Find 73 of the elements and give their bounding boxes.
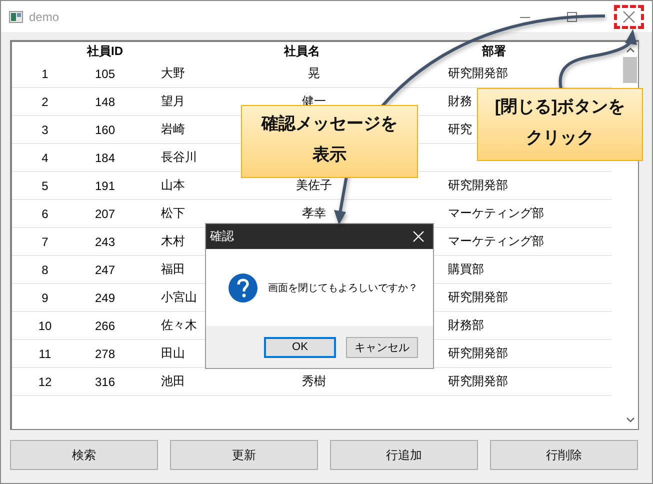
window-title: demo	[29, 10, 60, 24]
table-cell: 購買部	[448, 262, 484, 276]
table-cell: マーケティング部	[448, 234, 544, 248]
table-cell-text: 160	[94, 122, 116, 136]
table-cell: 岩崎	[161, 122, 185, 136]
column-header: 社員名	[284, 42, 320, 60]
action-button[interactable]: 更新	[170, 440, 318, 470]
table-cell-text: 266	[94, 318, 116, 332]
row-number: 7	[40, 234, 50, 248]
table-cell: 望月	[161, 94, 185, 108]
table-cell: 池田	[161, 374, 185, 388]
question-icon	[228, 272, 258, 302]
row-number: 9	[40, 290, 50, 304]
table-cell: 小宮山	[161, 290, 197, 304]
table-cell-text: 191	[94, 178, 116, 192]
table-cell: 山本	[161, 178, 185, 192]
table-cell-text: 243	[94, 234, 116, 248]
table-cell-text: 249	[94, 290, 116, 304]
table-cell: 研究開発部	[448, 66, 508, 80]
table-cell: 研究	[448, 122, 472, 136]
action-button[interactable]: 行削除	[490, 440, 638, 470]
callout-text: 表示	[312, 144, 346, 166]
table-cell-text: 105	[94, 66, 116, 80]
row-number: 10	[37, 318, 53, 332]
app-icon	[9, 10, 23, 22]
dialog-title: 確認	[210, 228, 234, 245]
table-cell: マーケティング部	[448, 206, 544, 220]
table-cell: 研究開発部	[448, 346, 508, 360]
action-button[interactable]: 行追加	[330, 440, 478, 470]
maximize-icon[interactable]	[567, 12, 577, 22]
table-cell-text: 316	[94, 374, 116, 388]
table-cell: 研究開発部	[448, 290, 508, 304]
callout-text: [閉じる]ボタンを	[494, 96, 626, 118]
callout-text: 確認メッセージを	[262, 113, 398, 135]
action-button[interactable]: 検索	[10, 440, 158, 470]
row-number: 6	[40, 206, 50, 220]
column-header: 社員ID	[87, 42, 123, 60]
table-cell: 研究開発部	[448, 178, 508, 192]
table-cell: 大野	[161, 66, 185, 80]
table-cell: 長谷川	[161, 150, 197, 164]
table-cell-text: 148	[94, 94, 116, 108]
row-number: 1	[40, 66, 50, 80]
callout-text: クリック	[526, 126, 594, 149]
table-cell: 田山	[161, 346, 185, 360]
table-cell: 美佐子	[296, 178, 332, 192]
column-header: 部署	[480, 42, 506, 60]
dialog-button[interactable]: OK	[264, 336, 336, 358]
table-cell: 秀樹	[302, 374, 326, 388]
table-cell-text: 278	[94, 346, 116, 360]
scroll-down-icon[interactable]	[626, 417, 634, 423]
scroll-up-icon[interactable]	[626, 47, 634, 53]
table-cell: 財務部	[448, 318, 484, 332]
row-number: 4	[40, 150, 50, 164]
table-cell: 福田	[161, 262, 185, 276]
row-number: 12	[37, 374, 53, 388]
table-cell: 木村	[161, 234, 185, 248]
table-cell-text: 207	[94, 206, 116, 220]
table-cell-text: 184	[94, 150, 116, 164]
table-cell: 財務	[448, 94, 472, 108]
scrollbar-thumb[interactable]	[623, 57, 637, 83]
table-cell-text: 247	[94, 262, 116, 276]
dialog-message: 画面を閉じてもよろしいですか？	[268, 282, 418, 294]
row-number: 2	[40, 94, 50, 108]
row-number: 8	[40, 262, 50, 276]
table-cell: 孝幸	[302, 206, 326, 220]
row-number: 5	[40, 178, 50, 192]
dialog-button[interactable]: キャンセル	[346, 336, 418, 358]
table-cell: 佐々木	[161, 318, 197, 332]
table-cell: 研究開発部	[448, 374, 508, 388]
table-cell: 晃	[308, 66, 320, 80]
table-cell: 松下	[161, 206, 185, 220]
row-number: 3	[40, 122, 50, 136]
row-number: 11	[38, 346, 52, 360]
